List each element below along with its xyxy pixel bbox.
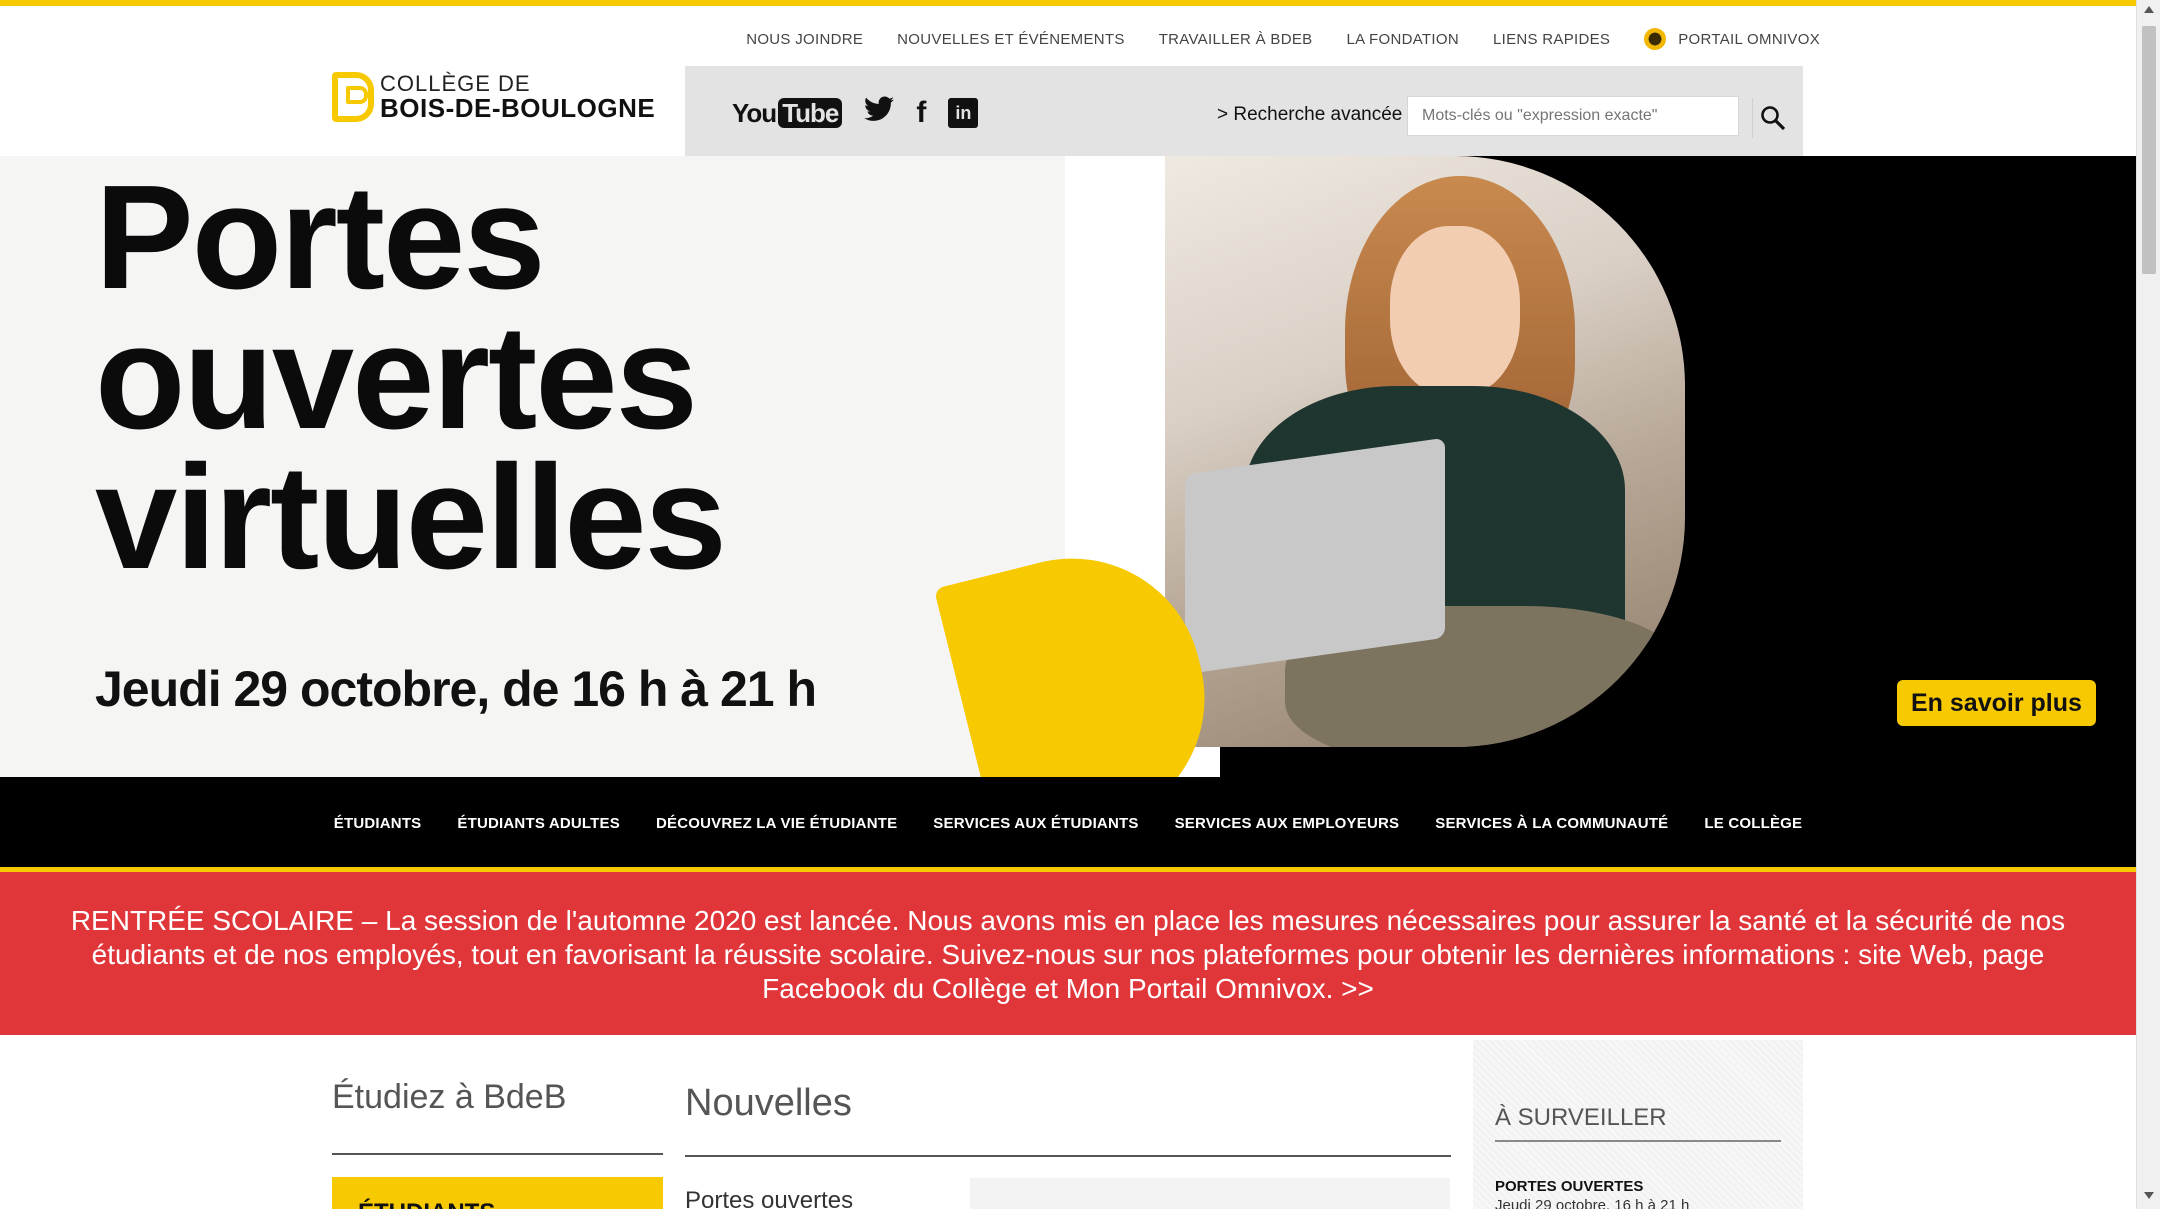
youtube-you: You (732, 97, 777, 128)
scroll-thumb[interactable] (2142, 26, 2156, 274)
students-tab[interactable]: ÉTUDIANTS (332, 1177, 663, 1209)
hero-date: Jeudi 29 octobre, de 16 h à 21 h (95, 661, 817, 717)
news-heading: Nouvelles (685, 1082, 852, 1124)
photo-laptop (1185, 437, 1445, 675)
learn-more-button[interactable]: En savoir plus (1897, 680, 2096, 726)
study-divider (332, 1153, 663, 1155)
college-logo[interactable]: COLLÈGE DE BOIS-DE-BOULOGNE (332, 72, 655, 123)
nav-item-community-services[interactable]: SERVICES À LA COMMUNAUTÉ (1435, 815, 1668, 832)
search-icon (1760, 106, 1785, 131)
facebook-icon[interactable]: f (916, 96, 926, 130)
twitter-icon[interactable] (864, 96, 895, 130)
main-nav: ÉTUDIANTS ÉTUDIANTS ADULTES DÉCOUVREZ LA… (0, 777, 2136, 869)
linkedin-icon[interactable]: in (948, 98, 979, 128)
nav-item-students[interactable]: ÉTUDIANTS (334, 815, 422, 832)
page: NOUS JOINDRE NOUVELLES ET ÉVÉNEMENTS TRA… (0, 0, 2160, 1209)
portal-label: PORTAIL OMNIVOX (1678, 30, 1820, 48)
youtube-icon[interactable]: You Tube (732, 97, 843, 129)
event-title[interactable]: PORTES OUVERTES (1495, 1178, 1781, 1195)
util-link-contact[interactable]: NOUS JOINDRE (746, 31, 863, 48)
social-links: You Tube f in (732, 96, 979, 130)
watch-heading: À SURVEILLER (1495, 1104, 1667, 1131)
study-heading: Étudiez à BdeB (332, 1078, 567, 1116)
util-link-portal[interactable]: PORTAIL OMNIVOX (1644, 28, 1820, 50)
youtube-tube: Tube (778, 97, 843, 128)
omnivox-icon (1644, 28, 1667, 50)
logo-b-icon (332, 72, 374, 123)
alert-banner[interactable]: RENTRÉE SCOLAIRE – La session de l'autom… (0, 872, 2136, 1035)
scroll-down-icon[interactable] (2144, 1192, 2154, 1199)
util-link-foundation[interactable]: LA FONDATION (1346, 31, 1459, 48)
event-date: Jeudi 29 octobre, 16 h à 21 h (1495, 1197, 1690, 1209)
utility-nav: NOUS JOINDRE NOUVELLES ET ÉVÉNEMENTS TRA… (712, 28, 1820, 50)
hero-banner[interactable]: Portes ouvertes virtuelles Jeudi 29 octo… (0, 155, 2136, 852)
logo-line1: COLLÈGE DE (380, 71, 531, 96)
nav-item-employer-services[interactable]: SERVICES AUX EMPLOYEURS (1175, 815, 1400, 832)
photo-face (1390, 226, 1520, 396)
nav-item-student-services[interactable]: SERVICES AUX ÉTUDIANTS (933, 815, 1138, 832)
study-column: Étudiez à BdeB ÉTUDIANTS (332, 1078, 663, 1209)
watch-divider (1495, 1140, 1781, 1142)
watch-column: À SURVEILLER PORTES OUVERTES Jeudi 29 oc… (1473, 1040, 1803, 1209)
top-accent-bar (0, 0, 2136, 6)
news-column: Nouvelles Portes ouvertes (685, 1082, 1451, 1209)
logo-text: COLLÈGE DE BOIS-DE-BOULOGNE (380, 72, 655, 122)
nav-item-college[interactable]: LE COLLÈGE (1704, 815, 1802, 832)
nav-item-student-life[interactable]: DÉCOUVREZ LA VIE ÉTUDIANTE (656, 815, 897, 832)
search-input[interactable] (1407, 96, 1739, 136)
util-link-jobs[interactable]: TRAVAILLER À BDEB (1159, 31, 1313, 48)
news-thumbnail[interactable] (970, 1178, 1450, 1209)
scrollbar[interactable] (2136, 0, 2160, 1209)
search-button[interactable] (1752, 98, 1792, 138)
util-link-quick-links[interactable]: LIENS RAPIDES (1493, 31, 1610, 48)
hero-photo (1165, 156, 1685, 747)
nav-item-adult-students[interactable]: ÉTUDIANTS ADULTES (457, 815, 620, 832)
util-link-news[interactable]: NOUVELLES ET ÉVÉNEMENTS (897, 31, 1125, 48)
scroll-up-icon[interactable] (2144, 6, 2154, 13)
logo-line2: BOIS-DE-BOULOGNE (380, 93, 656, 124)
news-divider (685, 1155, 1451, 1157)
advanced-search-link[interactable]: > Recherche avancée (1217, 104, 1402, 126)
hero-title: Portes ouvertes virtuelles (95, 155, 727, 600)
